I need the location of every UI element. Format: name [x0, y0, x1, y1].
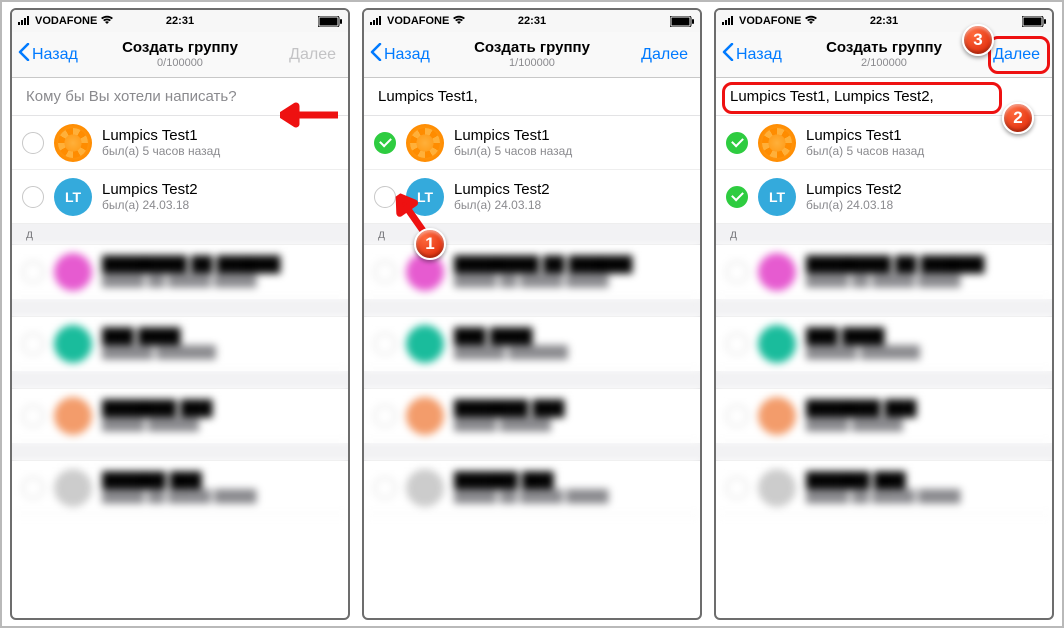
contact-name: Lumpics Test1: [102, 127, 220, 144]
contact-name: Lumpics Test2: [102, 181, 198, 198]
avatar: [758, 124, 796, 162]
status-bar: VODAFONE 22:31: [716, 10, 1052, 32]
nav-title: Создать группу: [826, 40, 942, 57]
contacts-list[interactable]: Lumpics Test1 был(а) 5 часов назад LT Lu…: [12, 116, 348, 618]
search-input[interactable]: Lumpics Test1,: [364, 78, 700, 116]
contact-status: был(а) 5 часов назад: [454, 144, 572, 158]
signal-icon: [722, 15, 736, 28]
search-input[interactable]: Lumpics Test1, Lumpics Test2,: [716, 78, 1052, 116]
signal-icon: [18, 15, 32, 28]
annotation-callout-2: 2: [1002, 102, 1034, 134]
contact-row[interactable]: LT Lumpics Test2 был(а) 24.03.18: [12, 170, 348, 224]
contact-name: Lumpics Test2: [454, 181, 550, 198]
contact-row-blurred[interactable]: ██████ ████████ ██ █████ █████: [12, 461, 348, 515]
status-bar: VODAFONE 22:31: [12, 10, 348, 32]
contact-name: Lumpics Test2: [806, 181, 902, 198]
back-label: Назад: [32, 46, 78, 64]
contact-status: был(а) 24.03.18: [806, 198, 902, 212]
checkbox-checked[interactable]: [726, 132, 748, 154]
next-button[interactable]: Далее: [283, 42, 342, 68]
members-counter: 2/100000: [826, 57, 942, 69]
nav-bar: Назад Создать группу 1/100000 Далее: [364, 32, 700, 78]
statusbar-time: 22:31: [166, 15, 194, 27]
back-label: Назад: [384, 46, 430, 64]
contact-status: был(а) 24.03.18: [102, 198, 198, 212]
contact-row[interactable]: Lumpics Test1 был(а) 5 часов назад: [364, 116, 700, 170]
phones-container: VODAFONE 22:31 Назад Создать группу 0/10…: [2, 2, 1062, 626]
battery-icon: [1022, 16, 1046, 27]
battery-icon: [670, 16, 694, 27]
nav-bar: Назад Создать группу 0/100000 Далее: [12, 32, 348, 78]
annotation-callout-3: 3: [962, 24, 994, 56]
chevron-left-icon: [18, 43, 30, 66]
contact-row-blurred[interactable]: ███ ██████████ ███████: [12, 317, 348, 371]
section-header-d: д: [716, 224, 1052, 245]
phone-screen-1: VODAFONE 22:31 Назад Создать группу 0/10…: [10, 8, 350, 620]
chevron-left-icon: [722, 43, 734, 66]
statusbar-time: 22:31: [518, 15, 546, 27]
members-counter: 1/100000: [474, 57, 590, 69]
next-button[interactable]: Далее: [635, 42, 694, 68]
wifi-icon: [804, 15, 818, 28]
phone-screen-3: VODAFONE 22:31 Назад Создать группу 2/10…: [714, 8, 1054, 620]
checkbox[interactable]: [22, 186, 44, 208]
avatar: LT: [54, 178, 92, 216]
back-button[interactable]: Назад: [370, 43, 430, 66]
contact-row[interactable]: LT Lumpics Test2 был(а) 24.03.18: [716, 170, 1052, 224]
checkbox-checked[interactable]: [726, 186, 748, 208]
contact-row-blurred[interactable]: ████████ ██ ███████████ ██ █████ █████: [12, 245, 348, 299]
statusbar-time: 22:31: [870, 15, 898, 27]
contacts-list[interactable]: Lumpics Test1 был(а) 5 часов назад LT Lu…: [364, 116, 700, 618]
contact-row[interactable]: Lumpics Test1 был(а) 5 часов назад: [716, 116, 1052, 170]
annotation-arrow: [280, 102, 340, 128]
section-header-d: д: [12, 224, 348, 245]
contact-row-blurred[interactable]: ███████ ████████ ██████: [12, 389, 348, 443]
status-bar: VODAFONE 22:31: [364, 10, 700, 32]
back-button[interactable]: Назад: [18, 43, 78, 66]
wifi-icon: [100, 15, 114, 28]
annotation-callout-1: 1: [414, 228, 446, 260]
contact-status: был(а) 5 часов назад: [102, 144, 220, 158]
contact-name: Lumpics Test1: [454, 127, 572, 144]
back-label: Назад: [736, 46, 782, 64]
nav-title: Создать группу: [474, 40, 590, 57]
avatar: LT: [758, 178, 796, 216]
back-button[interactable]: Назад: [722, 43, 782, 66]
contact-status: был(а) 24.03.18: [454, 198, 550, 212]
contact-status: был(а) 5 часов назад: [806, 144, 924, 158]
carrier-label: VODAFONE: [387, 15, 449, 27]
wifi-icon: [452, 15, 466, 28]
avatar: [54, 124, 92, 162]
carrier-label: VODAFONE: [739, 15, 801, 27]
nav-bar: Назад Создать группу 2/100000 Далее: [716, 32, 1052, 78]
carrier-label: VODAFONE: [35, 15, 97, 27]
checkbox-checked[interactable]: [374, 132, 396, 154]
phone-screen-2: VODAFONE 22:31 Назад Создать группу 1/10…: [362, 8, 702, 620]
members-counter: 0/100000: [122, 57, 238, 69]
chevron-left-icon: [370, 43, 382, 66]
battery-icon: [318, 16, 342, 27]
avatar: [406, 124, 444, 162]
signal-icon: [370, 15, 384, 28]
nav-title: Создать группу: [122, 40, 238, 57]
checkbox[interactable]: [22, 132, 44, 154]
next-button[interactable]: Далее: [987, 42, 1046, 68]
contacts-list[interactable]: Lumpics Test1 был(а) 5 часов назад LT Lu…: [716, 116, 1052, 618]
contact-name: Lumpics Test1: [806, 127, 924, 144]
